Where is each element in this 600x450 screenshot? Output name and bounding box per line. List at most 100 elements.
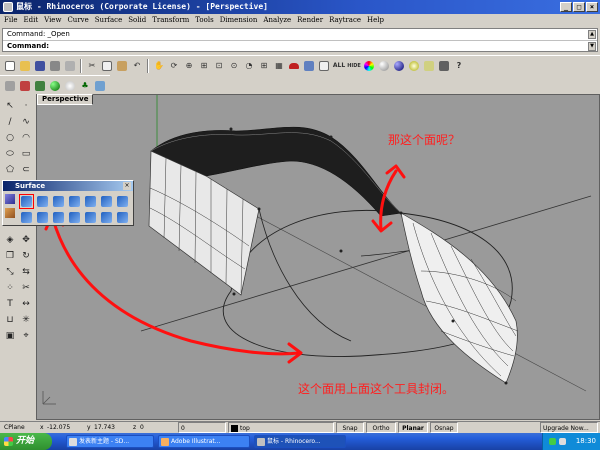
material-sphere-icon[interactable] xyxy=(392,59,406,73)
viewport-tab-perspective[interactable]: Perspective xyxy=(37,94,94,105)
surface-from-corners-icon[interactable] xyxy=(19,194,34,209)
cut-scissors-icon[interactable]: ✂ xyxy=(85,59,99,73)
polygon-icon[interactable]: ⬠ xyxy=(3,163,17,177)
arc-icon[interactable]: ◠ xyxy=(19,131,33,145)
planar-icon[interactable] xyxy=(67,210,82,225)
array-icon[interactable]: ⁘ xyxy=(3,281,17,295)
explode-icon[interactable]: ✳ xyxy=(19,313,33,327)
object-properties-icon[interactable] xyxy=(317,59,331,73)
text-icon[interactable]: T xyxy=(3,297,17,311)
sweep-1-icon[interactable] xyxy=(99,194,114,209)
menu-view[interactable]: View xyxy=(42,14,65,27)
osnap-toggle[interactable]: Osnap xyxy=(430,422,458,433)
trim-icon[interactable]: ✂ xyxy=(19,281,33,295)
layer-icon[interactable] xyxy=(302,59,316,73)
menu-solid[interactable]: Solid xyxy=(126,14,150,27)
extrude-icon[interactable] xyxy=(51,194,66,209)
rail-revolve-icon[interactable] xyxy=(35,210,50,225)
pan-hand-icon[interactable]: ✋ xyxy=(152,59,166,73)
sweep-2-icon[interactable] xyxy=(115,194,130,209)
help-icon[interactable]: ? xyxy=(452,59,466,73)
analyze-icon[interactable] xyxy=(422,59,436,73)
new-file-icon[interactable] xyxy=(3,59,17,73)
polyline-icon[interactable]: ∕ xyxy=(3,115,17,129)
menu-tools[interactable]: Tools xyxy=(193,14,217,27)
print-icon[interactable] xyxy=(48,59,62,73)
light-bulb-icon[interactable] xyxy=(63,79,77,93)
command-input[interactable]: Command: ▼ xyxy=(3,40,597,51)
zoom-selected-icon[interactable]: ⊙ xyxy=(227,59,241,73)
point-icon[interactable]: · xyxy=(19,99,33,113)
render-teapot-icon[interactable] xyxy=(18,79,32,93)
undo-view-icon[interactable]: ◔ xyxy=(242,59,256,73)
join-icon[interactable]: ⊔ xyxy=(3,313,17,327)
revolve-icon[interactable] xyxy=(19,210,34,225)
volume-tray-icon[interactable] xyxy=(559,438,566,445)
four-viewports-icon[interactable]: ⊞ xyxy=(257,59,271,73)
upgrade-now-link[interactable]: Upgrade Now... xyxy=(540,422,598,433)
task-forum-post[interactable]: 发表新主题 - SD... xyxy=(66,435,154,448)
render-options-icon[interactable] xyxy=(93,79,107,93)
menu-edit[interactable]: Edit xyxy=(21,14,42,27)
copy-icon[interactable] xyxy=(100,59,114,73)
network-tray-icon[interactable] xyxy=(549,438,556,445)
maximize-button[interactable]: □ xyxy=(573,2,585,12)
close-icon[interactable]: × xyxy=(123,182,131,190)
render-preview-icon[interactable] xyxy=(33,79,47,93)
menu-render[interactable]: Render xyxy=(295,14,327,27)
network-icon[interactable] xyxy=(51,210,66,225)
rectangle-icon[interactable]: ▭ xyxy=(19,147,33,161)
render-sphere-icon[interactable] xyxy=(377,59,391,73)
undo-icon[interactable]: ↶ xyxy=(130,59,144,73)
hide-icon[interactable]: HIDE xyxy=(347,59,361,73)
rotate-view-icon[interactable]: ⟳ xyxy=(167,59,181,73)
car-render-icon[interactable] xyxy=(287,59,301,73)
grid-snap-icon[interactable]: ▦ xyxy=(272,59,286,73)
group-icon[interactable]: ▣ xyxy=(3,329,17,343)
environment-sphere-icon[interactable] xyxy=(48,79,62,93)
paste-icon[interactable] xyxy=(115,59,129,73)
menu-curve[interactable]: Curve xyxy=(65,14,92,27)
circle-icon[interactable]: ○ xyxy=(3,131,17,145)
status-layer[interactable]: top xyxy=(228,422,334,433)
menu-surface[interactable]: Surface xyxy=(93,14,126,27)
offset-icon[interactable]: ⊂ xyxy=(19,163,33,177)
select-all-icon[interactable]: ALL xyxy=(332,59,346,73)
close-button[interactable]: × xyxy=(586,2,598,12)
menu-raytrace[interactable]: Raytrace xyxy=(327,14,365,27)
tree-icon[interactable]: ♣ xyxy=(78,79,92,93)
open-folder-icon[interactable] xyxy=(18,59,32,73)
surface-from-edges-icon[interactable] xyxy=(35,194,50,209)
ortho-toggle[interactable]: Ortho xyxy=(366,422,396,433)
loft-icon[interactable] xyxy=(67,194,82,209)
start-button[interactable]: 开始 xyxy=(0,433,52,450)
select-arrow-icon[interactable]: ↖ xyxy=(3,99,17,113)
properties-icon[interactable] xyxy=(63,59,77,73)
blend-icon[interactable] xyxy=(99,210,114,225)
snap-toggle[interactable]: Snap xyxy=(336,422,364,433)
edge-srf-icon[interactable] xyxy=(83,210,98,225)
scroll-down-arrow-icon[interactable]: ▼ xyxy=(588,42,596,51)
ellipse-icon[interactable]: ⬭ xyxy=(3,147,17,161)
scale-icon[interactable]: ⤡ xyxy=(3,265,17,279)
patch-icon[interactable] xyxy=(83,194,98,209)
copy-tool-icon[interactable]: ❐ xyxy=(3,249,17,263)
menu-transform[interactable]: Transform xyxy=(150,14,193,27)
zoom-icon[interactable]: ⊕ xyxy=(182,59,196,73)
task-illustrator[interactable]: Adobe Illustrat... xyxy=(158,435,250,448)
menu-file[interactable]: File xyxy=(2,14,21,27)
zoom-extents-icon[interactable]: ⊡ xyxy=(212,59,226,73)
analyze-tool-icon[interactable]: ⌖ xyxy=(19,329,33,343)
planar-toggle[interactable]: Planar xyxy=(398,422,428,433)
save-disk-icon[interactable] xyxy=(33,59,47,73)
color-wheel-icon[interactable] xyxy=(362,59,376,73)
perspective-viewport[interactable] xyxy=(36,94,600,420)
menu-help[interactable]: Help xyxy=(365,14,388,27)
minimize-button[interactable]: _ xyxy=(560,2,572,12)
drape-icon[interactable] xyxy=(115,210,130,225)
surface-toolbar-title[interactable]: Surface xyxy=(3,181,133,191)
rotate-tool-icon[interactable]: ↻ xyxy=(19,249,33,263)
light-icon[interactable] xyxy=(407,59,421,73)
menu-dimension[interactable]: Dimension xyxy=(218,14,262,27)
shaded-icon[interactable] xyxy=(437,59,451,73)
